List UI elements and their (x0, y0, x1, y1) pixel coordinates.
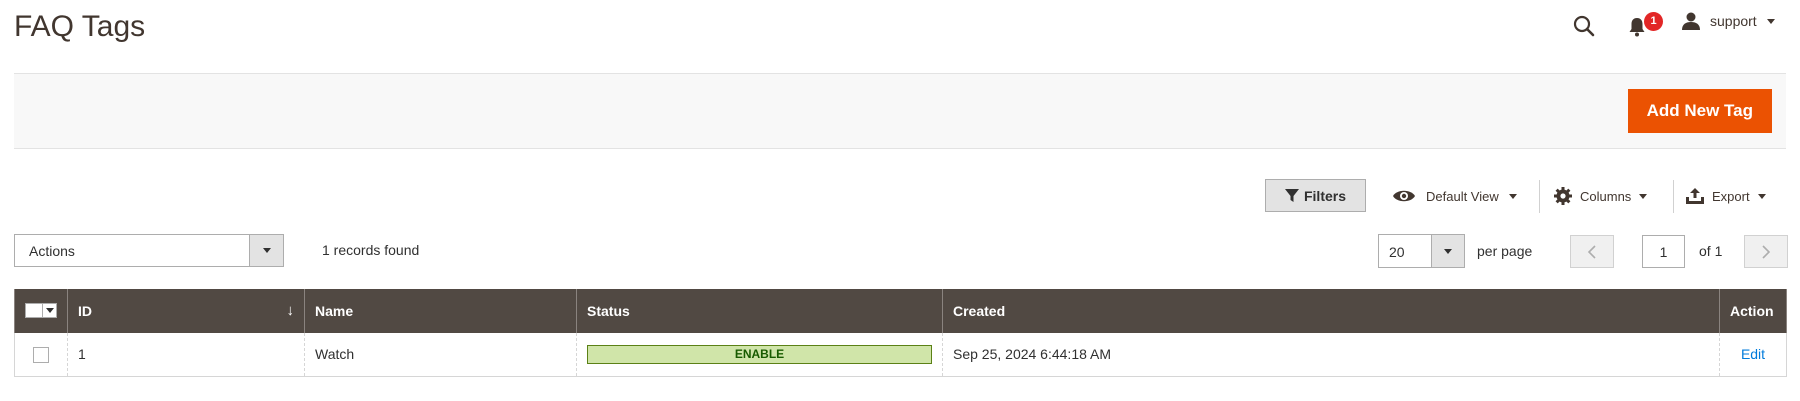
cell-status: ENABLE (576, 333, 943, 377)
user-account-menu[interactable]: support (1682, 12, 1775, 30)
row-checkbox[interactable] (33, 346, 49, 363)
chevron-down-icon (1639, 193, 1648, 199)
page-title: FAQ Tags (14, 10, 146, 43)
cell-name: Watch (304, 333, 577, 377)
toolbar-divider (1539, 180, 1540, 213)
export-dropdown[interactable]: Export (1686, 180, 1766, 212)
column-header-created[interactable]: Created (942, 289, 1720, 333)
next-page-button[interactable] (1744, 235, 1788, 268)
gear-icon (1554, 187, 1572, 205)
cell-id: 1 (67, 333, 305, 377)
column-header-status[interactable]: Status (576, 289, 943, 333)
notification-count-badge: 1 (1644, 12, 1663, 31)
toolbar-divider (1673, 180, 1674, 213)
status-badge: ENABLE (587, 344, 932, 364)
total-pages-label: of 1 (1699, 243, 1723, 259)
records-found-count: 1 records found (322, 242, 420, 258)
export-label: Export (1712, 188, 1750, 204)
add-new-tag-button[interactable]: Add New Tag (1627, 89, 1772, 133)
chevron-right-icon (1762, 244, 1771, 259)
user-icon (1682, 12, 1700, 30)
mass-actions-select[interactable]: Actions (14, 234, 284, 267)
per-page-select[interactable]: 20 (1378, 234, 1465, 268)
columns-dropdown[interactable]: Columns (1554, 180, 1648, 212)
column-header-action: Action (1719, 289, 1787, 333)
notifications-button[interactable]: 1 (1628, 12, 1664, 40)
cell-created: Sep 25, 2024 6:44:18 AM (942, 333, 1720, 377)
mass-select-dropdown[interactable] (25, 302, 57, 318)
default-view-dropdown[interactable]: Default View (1392, 180, 1517, 212)
page-actions-bar: Add New Tag (14, 73, 1786, 149)
column-header-name[interactable]: Name (304, 289, 577, 333)
filters-label: Filters (1303, 187, 1346, 204)
chevron-down-icon (1766, 18, 1775, 24)
chevron-down-icon (1757, 193, 1766, 199)
chevron-down-icon (1508, 193, 1517, 199)
chevron-left-icon (1587, 244, 1596, 259)
mass-actions-label: Actions (29, 243, 75, 259)
chevron-down-icon (1431, 235, 1464, 267)
per-page-value: 20 (1389, 244, 1405, 260)
tags-grid: ID ↓ Name Status Created Action 1 Watch … (14, 289, 1787, 377)
grid-header-row: ID ↓ Name Status Created Action (14, 289, 1787, 333)
per-page-label: per page (1477, 243, 1533, 259)
funnel-icon (1284, 188, 1299, 202)
current-page-input[interactable] (1642, 235, 1685, 268)
export-icon (1686, 188, 1704, 204)
sort-down-icon: ↓ (286, 302, 295, 319)
cell-action: Edit (1719, 333, 1787, 377)
default-view-label: Default View (1426, 188, 1499, 204)
previous-page-button[interactable] (1570, 235, 1614, 268)
chevron-down-icon (249, 235, 283, 266)
filters-button[interactable]: Filters (1265, 179, 1366, 212)
columns-label: Columns (1580, 188, 1632, 204)
column-header-label: ID (78, 303, 92, 319)
row-select-cell (14, 333, 68, 377)
edit-link[interactable]: Edit (1730, 346, 1776, 362)
mass-select-header[interactable] (14, 289, 68, 333)
table-row: 1 Watch ENABLE Sep 25, 2024 6:44:18 AM E… (14, 333, 1787, 377)
eye-icon (1393, 190, 1415, 202)
chevron-down-icon (42, 303, 56, 317)
search-icon[interactable] (1572, 14, 1596, 38)
user-name: support (1710, 13, 1757, 29)
column-header-id[interactable]: ID ↓ (67, 289, 305, 333)
